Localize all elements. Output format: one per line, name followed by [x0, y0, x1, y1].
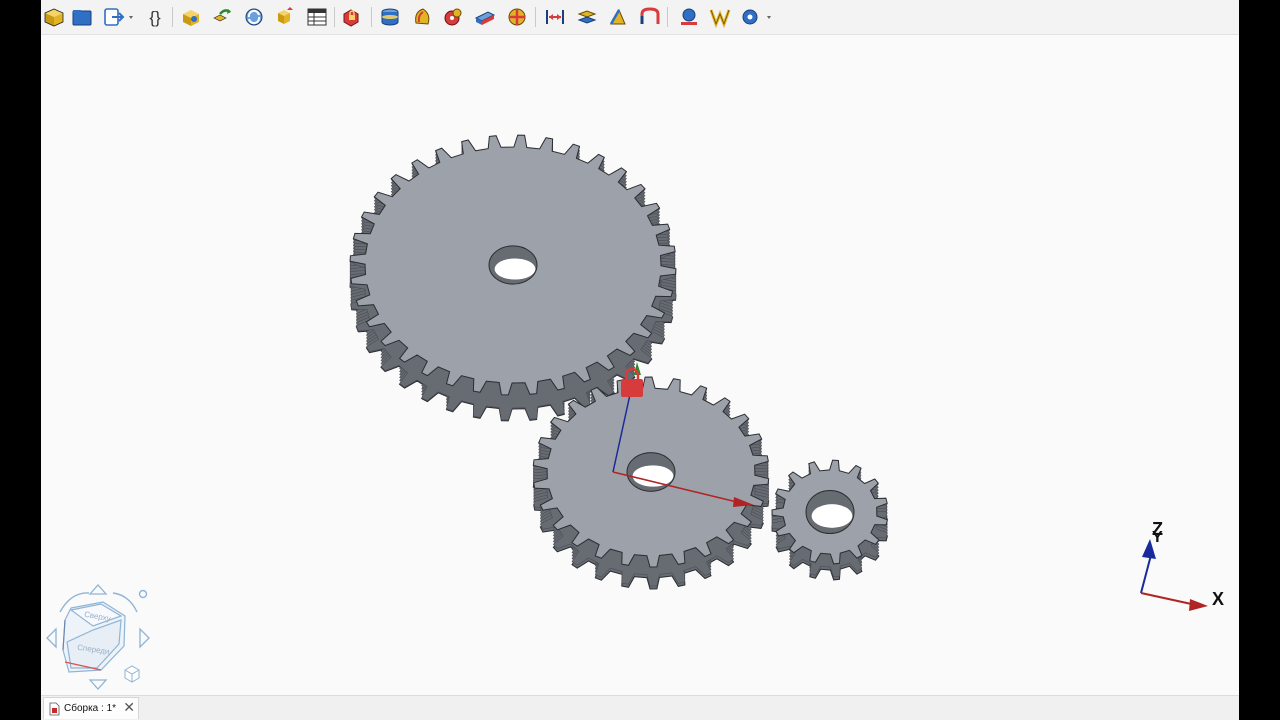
open-folder-button[interactable] [69, 4, 95, 30]
explode-icon [709, 9, 731, 28]
navigation-cube[interactable]: Сверху Спереди [41, 580, 156, 695]
ball-joint-button[interactable] [504, 4, 530, 30]
variables-button[interactable]: {} [142, 4, 168, 30]
configuration-button[interactable] [272, 4, 298, 30]
assembly-toolbar: {} [41, 0, 1239, 35]
update-icon [245, 8, 263, 26]
3d-viewport[interactable]: Сверху Спереди Z Y X [41, 35, 1239, 695]
rotate-right-arrow[interactable] [112, 592, 138, 613]
gear-small[interactable] [771, 459, 888, 581]
slider-joint-icon [474, 11, 496, 25]
document-tab-label: Сборка : 1* [64, 703, 117, 714]
explode-button[interactable] [707, 4, 733, 30]
angle-constraint-icon [609, 8, 626, 25]
rotation-constraint-button[interactable] [409, 4, 435, 30]
insert-link-icon [213, 9, 231, 22]
document-tab-bar: Сборка : 1* ✕ [41, 695, 1239, 720]
insert-link-button[interactable] [209, 4, 235, 30]
isometric-view-button[interactable] [124, 665, 140, 683]
distance-constraint-icon [546, 10, 564, 24]
axis-y-label: Y [1152, 529, 1163, 546]
parallel-constraint-button[interactable] [574, 4, 600, 30]
update-button[interactable] [241, 4, 267, 30]
add-part-icon [44, 8, 64, 27]
freecad-window: {} Сверху Спереди Z Y X Сборка: 1* ✕ [41, 0, 1239, 720]
document-tab[interactable]: Сборка : 1* ✕ [43, 697, 139, 719]
configuration-icon [278, 7, 293, 24]
rotation-constraint-icon [415, 8, 430, 25]
axis-triad: Z Y X [1140, 519, 1224, 611]
pan-right-arrow[interactable] [139, 627, 150, 649]
gear-joint-button[interactable] [440, 4, 466, 30]
gear-medium[interactable] [532, 376, 770, 590]
distance-constraint-button[interactable] [542, 4, 568, 30]
import-icon [104, 8, 133, 26]
pan-down-arrow[interactable] [88, 679, 108, 690]
document-icon [49, 702, 60, 715]
pan-up-arrow[interactable] [88, 584, 108, 595]
fixed-constraint-icon [343, 9, 359, 27]
import-button[interactable] [101, 4, 137, 30]
open-folder-icon [72, 10, 92, 26]
coincident-constraint-icon [381, 8, 399, 26]
rack-pinion-button[interactable] [637, 4, 663, 30]
rack-pinion-icon [640, 7, 660, 24]
pan-left-arrow[interactable] [46, 627, 57, 649]
animate-icon [681, 8, 697, 25]
insert-part-icon [183, 10, 199, 26]
slider-joint-button[interactable] [472, 4, 498, 30]
ball-joint-icon [508, 8, 526, 26]
axis-x-label: X [1212, 589, 1224, 609]
solver-settings-icon [742, 9, 771, 25]
animate-button[interactable] [676, 4, 702, 30]
coincident-constraint-button[interactable] [377, 4, 403, 30]
add-part-button[interactable] [41, 4, 67, 30]
close-tab-icon[interactable]: ✕ [123, 699, 135, 716]
parts-list-icon [307, 8, 327, 26]
gear-joint-icon [444, 8, 462, 26]
svg-text:{}: {} [149, 8, 161, 27]
fixed-constraint-button[interactable] [338, 4, 364, 30]
gear-scene[interactable] [41, 35, 1239, 695]
parallel-constraint-icon [577, 10, 597, 24]
angle-constraint-button[interactable] [605, 4, 631, 30]
insert-part-button[interactable] [178, 4, 204, 30]
parts-list-button[interactable] [304, 4, 330, 30]
view-menu-button[interactable] [138, 589, 148, 599]
solver-settings-button[interactable] [739, 4, 775, 30]
variables-icon: {} [149, 8, 161, 27]
